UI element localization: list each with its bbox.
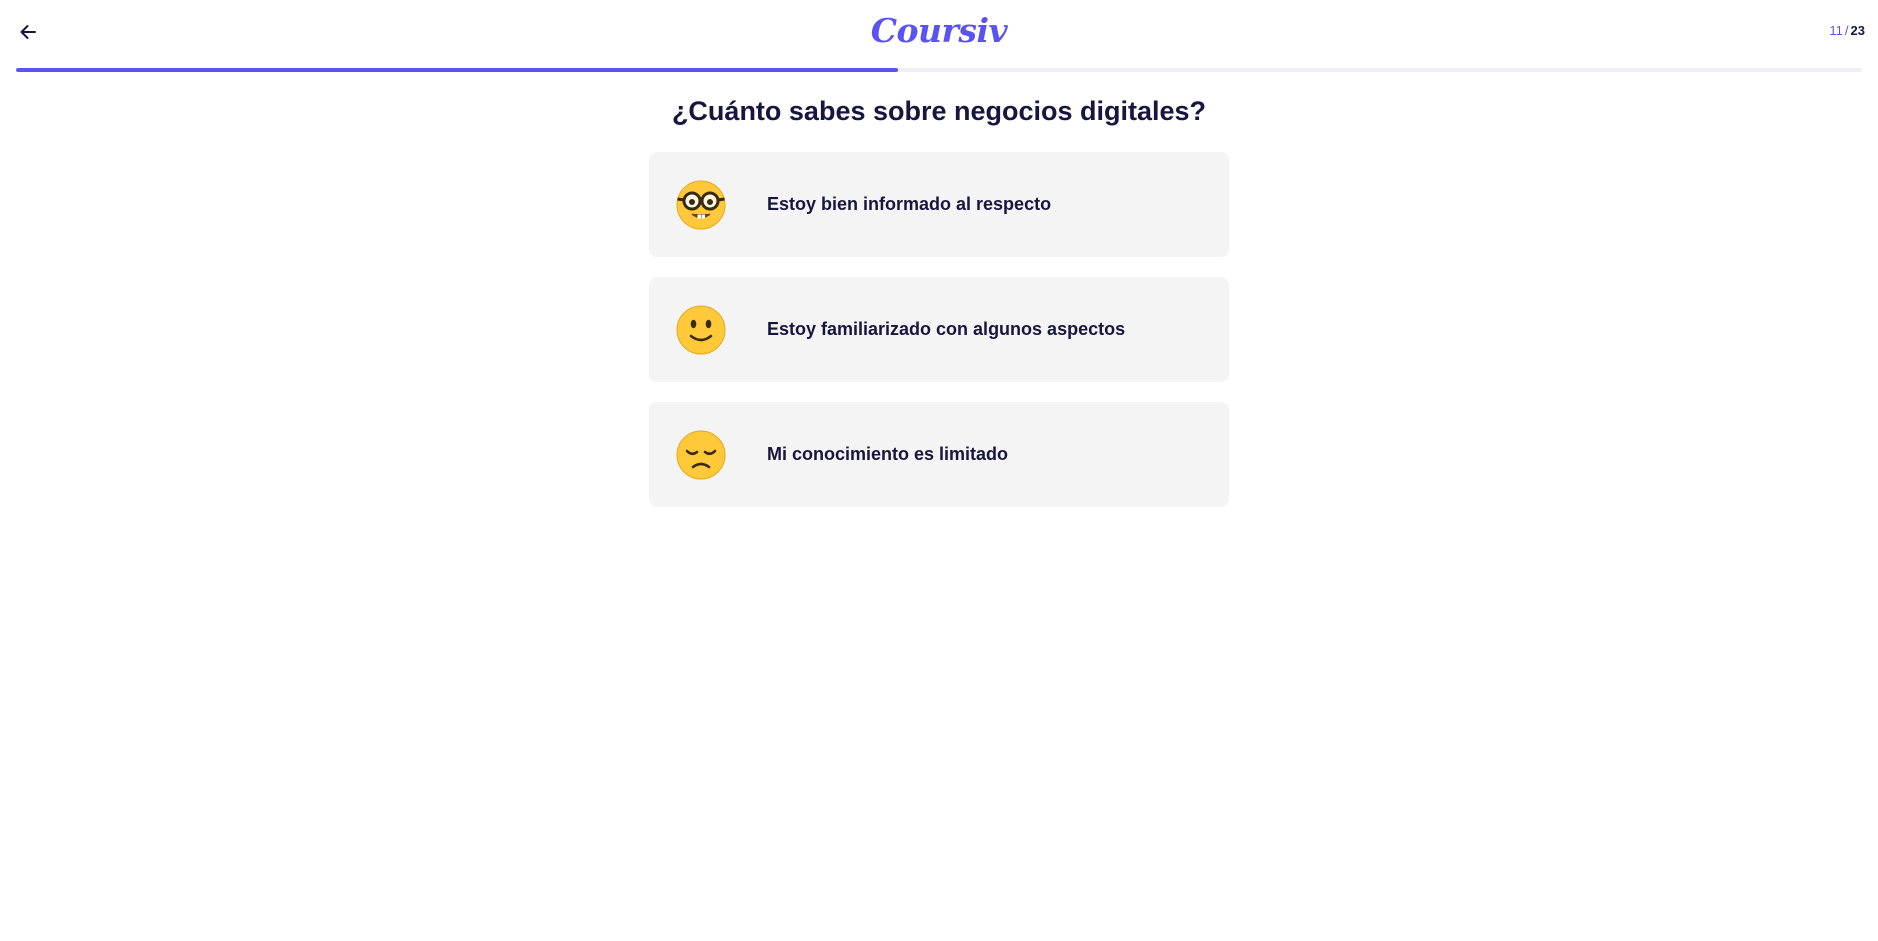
- step-current: 11: [1829, 23, 1843, 38]
- nerd-face-emoji-icon: [676, 180, 726, 229]
- answer-options: Estoy bien informado al respecto Estoy f…: [649, 152, 1229, 527]
- option-well-informed[interactable]: Estoy bien informado al respecto: [649, 152, 1229, 257]
- arrow-left-icon: [20, 25, 36, 39]
- header: Coursiv 11/23: [0, 0, 1878, 60]
- back-button[interactable]: [14, 18, 42, 46]
- slightly-smiling-face-emoji-icon: [676, 305, 726, 354]
- logo-text: Coursiv: [870, 10, 1008, 50]
- option-label: Estoy familiarizado con algunos aspectos: [767, 319, 1126, 339]
- step-total: 23: [1850, 23, 1865, 38]
- question-title: ¿Cuánto sabes sobre negocios digitales?: [671, 96, 1207, 126]
- step-counter: 11/23: [1829, 23, 1865, 38]
- option-label: Mi conocimiento es limitado: [767, 444, 1009, 464]
- step-separator: /: [1844, 23, 1849, 38]
- option-limited-knowledge[interactable]: Mi conocimiento es limitado: [649, 402, 1229, 507]
- logo: Coursiv: [871, 8, 1008, 52]
- progress-fill: [16, 68, 899, 72]
- option-somewhat-familiar[interactable]: Estoy familiarizado con algunos aspectos: [649, 277, 1229, 382]
- option-label: Estoy bien informado al respecto: [767, 194, 1052, 214]
- disappointed-face-emoji-icon: [676, 430, 726, 479]
- progress-bar: [16, 68, 1862, 72]
